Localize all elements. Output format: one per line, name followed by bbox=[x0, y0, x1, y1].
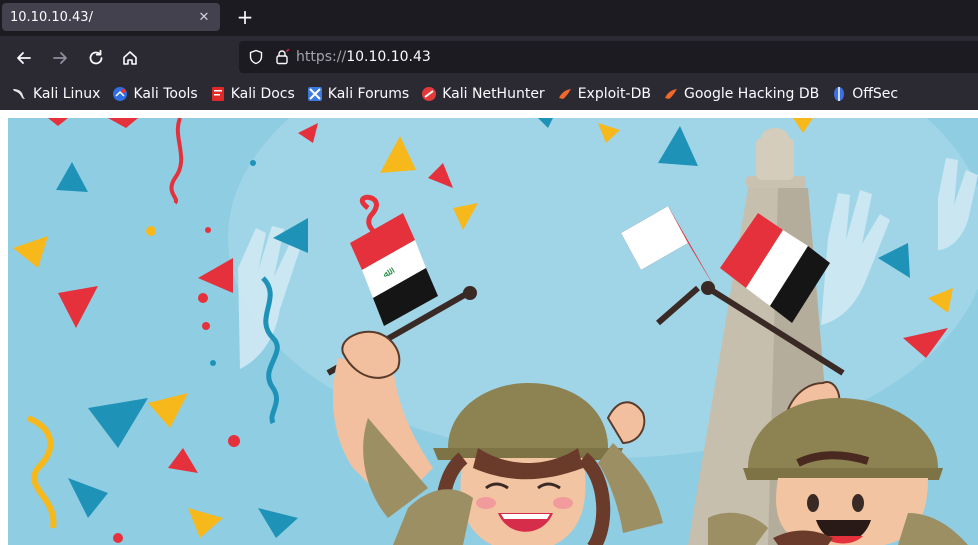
bookmark-label: Kali NetHunter bbox=[442, 86, 545, 102]
exploit-db-icon bbox=[558, 89, 571, 99]
bookmarks-toolbar: Kali Linux Kali Tools Kali Docs Kali For… bbox=[0, 78, 978, 110]
bookmark-label: Google Hacking DB bbox=[683, 86, 820, 102]
arrow-left-icon bbox=[17, 52, 31, 64]
tab-title: 10.10.10.43/ bbox=[10, 9, 93, 25]
url-host: 10.10.10.43 bbox=[346, 49, 431, 65]
home-icon bbox=[123, 51, 137, 65]
bookmark-kali-forums[interactable]: Kali Forums bbox=[307, 82, 409, 106]
back-button[interactable] bbox=[11, 45, 37, 71]
hero-image: ﷲ bbox=[8, 118, 978, 545]
url-bar[interactable]: https://10.10.10.43 bbox=[239, 41, 978, 73]
url-scheme: https:// bbox=[296, 49, 347, 65]
bookmark-label: Kali Linux bbox=[33, 86, 101, 102]
kali-dragon-icon bbox=[13, 89, 25, 99]
close-icon[interactable]: ✕ bbox=[194, 7, 214, 27]
bookmark-label: Kali Tools bbox=[133, 86, 198, 102]
url-text[interactable]: https://10.10.10.43 bbox=[296, 49, 431, 65]
kali-docs-icon bbox=[211, 87, 224, 101]
kali-forums-icon bbox=[307, 87, 322, 101]
new-tab-button[interactable]: + bbox=[233, 5, 257, 29]
bookmark-label: Kali Forums bbox=[327, 86, 410, 102]
nethunter-icon bbox=[422, 87, 437, 101]
bookmark-label: Kali Docs bbox=[230, 86, 295, 102]
tab-strip: 10.10.10.43/ ✕ + bbox=[0, 0, 978, 36]
shield-icon[interactable] bbox=[248, 49, 264, 65]
bookmark-offsec[interactable]: OffSec bbox=[831, 82, 898, 106]
offsec-icon bbox=[834, 87, 845, 101]
bookmark-label: Exploit-DB bbox=[577, 86, 651, 102]
bookmark-google-hacking-db[interactable]: Google Hacking DB bbox=[663, 82, 819, 106]
reload-button[interactable] bbox=[83, 45, 109, 71]
reload-icon bbox=[89, 49, 103, 65]
ghdb-icon bbox=[664, 89, 677, 99]
bookmark-exploit-db[interactable]: Exploit-DB bbox=[557, 82, 651, 106]
home-button[interactable] bbox=[117, 45, 143, 71]
bookmark-kali-nethunter[interactable]: Kali NetHunter bbox=[421, 82, 545, 106]
celebration-illustration: ﷲ bbox=[8, 118, 978, 545]
bookmark-kali-tools[interactable]: Kali Tools bbox=[112, 82, 198, 106]
forward-button[interactable] bbox=[47, 45, 73, 71]
bookmark-label: OffSec bbox=[852, 86, 899, 102]
arrow-right-icon bbox=[53, 52, 67, 64]
tab-active[interactable]: 10.10.10.43/ ✕ bbox=[2, 3, 220, 31]
lock-icon[interactable] bbox=[274, 49, 290, 65]
kali-tools-icon bbox=[113, 87, 128, 101]
bookmark-kali-docs[interactable]: Kali Docs bbox=[210, 82, 295, 106]
bookmark-kali-linux[interactable]: Kali Linux bbox=[12, 82, 100, 106]
